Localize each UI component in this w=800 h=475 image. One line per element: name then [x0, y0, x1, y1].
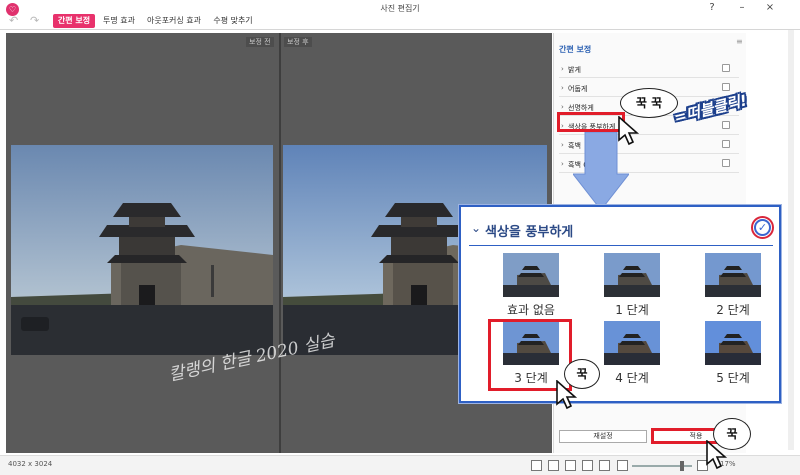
highlight-enrich-option	[557, 112, 625, 132]
option-checkbox[interactable]	[722, 64, 730, 72]
actual-size-icon[interactable]	[599, 460, 610, 471]
tab-horizon[interactable]: 수평 맞추기	[212, 14, 254, 28]
level-option-1[interactable]: 1 단계	[592, 253, 672, 323]
enrich-color-popup: ⌄ 색상을 풍부하게 ✓ 효과 없음 1 단계 2 단계 3 단계 4 단계 5…	[459, 205, 781, 403]
title-bar: ♡ 사진 편집기 ? – × ↶ ↷ 간편 보정 투명 효과 아웃포커싱 효과 …	[0, 0, 800, 30]
option-label: 밝게	[568, 66, 581, 74]
level-label: 효과 없음	[507, 303, 555, 317]
tab-outfocusing[interactable]: 아웃포커싱 효과	[146, 14, 202, 28]
view-split-horizontal-icon[interactable]	[565, 460, 576, 471]
tab-transparency[interactable]: 투명 효과	[102, 14, 136, 28]
window-title: 사진 편집기	[380, 4, 420, 13]
before-label: 보정 전	[246, 37, 274, 47]
popup-divider	[469, 245, 773, 246]
undo-icon[interactable]: ↶	[9, 14, 18, 27]
chevron-down-icon: ⌄	[471, 221, 482, 235]
level-label: 5 단계	[716, 371, 750, 385]
fit-screen-icon[interactable]	[582, 460, 593, 471]
level-label: 1 단계	[615, 303, 649, 317]
cursor-icon	[706, 440, 728, 470]
chevron-right-icon: ›	[561, 103, 564, 111]
level-thumbnail	[705, 253, 761, 297]
level-option-4[interactable]: 4 단계	[592, 321, 672, 391]
close-icon[interactable]: ×	[762, 2, 778, 13]
pane-divider	[279, 33, 281, 453]
level-thumbnail	[604, 253, 660, 297]
chevron-right-icon: ›	[561, 160, 564, 168]
status-bar: 4032 x 3024 17%	[0, 455, 800, 475]
view-split-vertical-icon[interactable]	[548, 460, 559, 471]
after-label: 보정 후	[284, 37, 312, 47]
redo-icon[interactable]: ↷	[30, 14, 39, 27]
level-thumbnail	[503, 253, 559, 297]
cursor-icon	[556, 380, 578, 410]
option-checkbox[interactable]	[722, 121, 730, 129]
option-brighten[interactable]: › 밝게	[559, 61, 739, 78]
press-callout: 꾹 꾹	[620, 88, 678, 118]
panel-title: 간편 보정	[559, 45, 592, 54]
option-checkbox[interactable]	[722, 159, 730, 167]
image-size: 4032 x 3024	[8, 460, 53, 468]
tab-quick-correction[interactable]: 간편 보정	[53, 14, 95, 28]
cursor-icon	[618, 116, 640, 146]
popup-title: 색상을 풍부하게	[485, 225, 574, 240]
level-thumbnail	[705, 321, 761, 365]
level-thumbnail	[604, 321, 660, 365]
option-label: 어둡게	[568, 85, 588, 93]
chevron-right-icon: ›	[561, 84, 564, 92]
option-checkbox[interactable]	[722, 140, 730, 148]
zoom-slider-thumb[interactable]	[680, 461, 684, 471]
reset-button[interactable]: 재설정	[559, 430, 647, 443]
level-option-none[interactable]: 효과 없음	[491, 253, 571, 323]
zoom-out-icon[interactable]	[617, 460, 628, 471]
panel-menu-icon[interactable]: ≡	[736, 37, 743, 46]
chevron-right-icon: ›	[561, 141, 564, 149]
help-icon[interactable]: ?	[704, 2, 720, 13]
level-option-5[interactable]: 5 단계	[693, 321, 773, 391]
level-option-2[interactable]: 2 단계	[693, 253, 773, 323]
highlight-check-ring	[751, 216, 774, 239]
minimize-icon[interactable]: –	[734, 2, 750, 13]
panel-scrollbar[interactable]	[788, 30, 794, 450]
before-photo	[11, 145, 273, 355]
view-single-icon[interactable]	[531, 460, 542, 471]
level-label: 2 단계	[716, 303, 750, 317]
level-label: 4 단계	[615, 371, 649, 385]
chevron-right-icon: ›	[561, 65, 564, 73]
option-checkbox[interactable]	[722, 83, 730, 91]
